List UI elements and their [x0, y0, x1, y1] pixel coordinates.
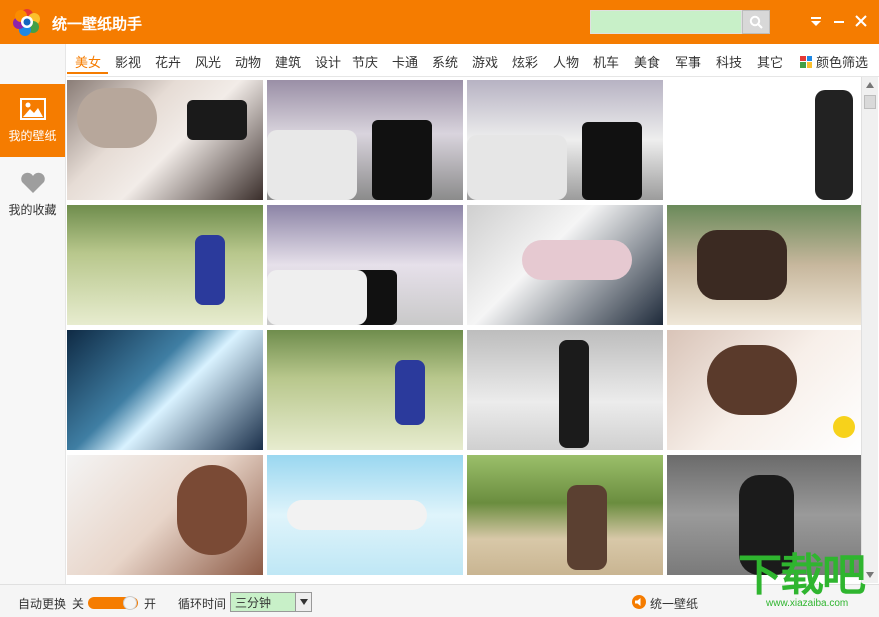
category-tab[interactable]: 美食	[634, 52, 660, 71]
category-tab[interactable]: 其它	[757, 52, 783, 71]
scroll-up-button[interactable]	[862, 77, 878, 93]
search-input[interactable]	[590, 10, 742, 34]
category-bar: 美女 影视 花卉 风光 动物 建筑 设计 节庆 卡通 系统 游戏 炫彩 人物 机…	[67, 44, 879, 77]
title-bar: 统一壁纸助手	[0, 0, 879, 44]
category-tab[interactable]: 卡通	[392, 52, 418, 71]
category-tab[interactable]: 花卉	[155, 52, 181, 71]
watermark-logo: 下载吧 www.xiazaiba.com	[738, 554, 874, 614]
color-filter-label: 颜色筛选	[816, 56, 869, 71]
category-tab[interactable]: 风光	[195, 52, 221, 71]
dropdown-arrow-icon	[295, 593, 311, 611]
toggle-knob	[123, 596, 137, 610]
sidebar-item-label: 我的收藏	[8, 203, 57, 217]
wallpaper-thumbnail[interactable]	[267, 330, 463, 450]
watermark-text: 下载吧	[738, 550, 866, 601]
minimize-icon	[834, 21, 844, 23]
wallpaper-thumbnail[interactable]	[467, 330, 663, 450]
cycle-time-label: 循环时间	[178, 597, 227, 611]
wallpaper-thumbnail[interactable]	[67, 205, 263, 325]
minimize-button[interactable]	[829, 11, 849, 31]
wallpaper-thumbnail[interactable]	[67, 455, 263, 575]
wallpaper-thumbnail[interactable]	[467, 205, 663, 325]
speaker-icon	[632, 595, 646, 609]
wallpaper-thumbnail[interactable]	[667, 330, 861, 450]
brand-link[interactable]: 统一壁纸	[650, 595, 698, 612]
category-tab[interactable]: 动物	[235, 52, 261, 71]
wallpaper-thumbnail[interactable]	[667, 80, 861, 200]
app-title: 统一壁纸助手	[52, 15, 143, 33]
sidebar-item-my-wallpapers[interactable]: 我的壁纸	[0, 84, 65, 157]
wallpaper-thumbnail[interactable]	[67, 80, 263, 200]
category-tab[interactable]: 节庆	[352, 52, 378, 71]
wallpaper-thumbnail[interactable]	[67, 330, 263, 450]
wallpaper-grid	[67, 80, 861, 580]
category-tab[interactable]: 游戏	[472, 52, 498, 71]
toggle-on-label: 开	[144, 597, 157, 611]
app-logo-icon	[13, 9, 40, 36]
color-grid-icon	[800, 55, 812, 68]
category-tab[interactable]: 军事	[675, 52, 701, 71]
category-tab[interactable]: 设计	[315, 52, 341, 71]
search-icon	[749, 15, 763, 29]
search-button[interactable]	[742, 10, 770, 34]
category-tab[interactable]: 人物	[553, 52, 579, 71]
menu-button[interactable]	[806, 11, 826, 31]
heart-icon	[20, 172, 45, 193]
cycle-time-value: 三分钟	[235, 595, 272, 610]
category-tab[interactable]: 影视	[115, 52, 141, 71]
sidebar: 我的壁纸 我的收藏	[0, 44, 66, 584]
sidebar-item-favorites[interactable]: 我的收藏	[0, 158, 65, 231]
category-tab[interactable]: 系统	[432, 52, 458, 71]
cycle-time-select[interactable]: 三分钟	[230, 592, 312, 612]
auto-change-label: 自动更换	[18, 597, 67, 611]
wallpaper-thumbnail[interactable]	[267, 80, 463, 200]
vertical-scrollbar[interactable]	[861, 77, 878, 583]
category-tab[interactable]: 美女	[75, 52, 101, 71]
close-icon	[855, 15, 867, 27]
close-button[interactable]	[851, 11, 871, 31]
chevron-up-icon	[866, 82, 874, 88]
scrollbar-thumb[interactable]	[864, 95, 876, 109]
watermark-url: www.xiazaiba.com	[766, 598, 849, 609]
color-filter-button[interactable]: 颜色筛选	[800, 52, 868, 71]
category-tab[interactable]: 科技	[716, 52, 742, 71]
image-icon	[19, 98, 46, 120]
menu-dropdown-icon	[811, 17, 821, 26]
toggle-off-label: 关	[72, 597, 85, 611]
active-category-underline	[67, 72, 108, 74]
category-tab[interactable]: 机车	[593, 52, 619, 71]
auto-change-toggle[interactable]	[88, 596, 138, 610]
category-tab[interactable]: 炫彩	[512, 52, 538, 71]
wallpaper-thumbnail[interactable]	[467, 80, 663, 200]
wallpaper-thumbnail[interactable]	[267, 455, 463, 575]
wallpaper-thumbnail[interactable]	[667, 205, 861, 325]
sidebar-item-label: 我的壁纸	[8, 129, 57, 143]
category-tab[interactable]: 建筑	[275, 52, 301, 71]
wallpaper-thumbnail[interactable]	[267, 205, 463, 325]
wallpaper-thumbnail[interactable]	[467, 455, 663, 575]
